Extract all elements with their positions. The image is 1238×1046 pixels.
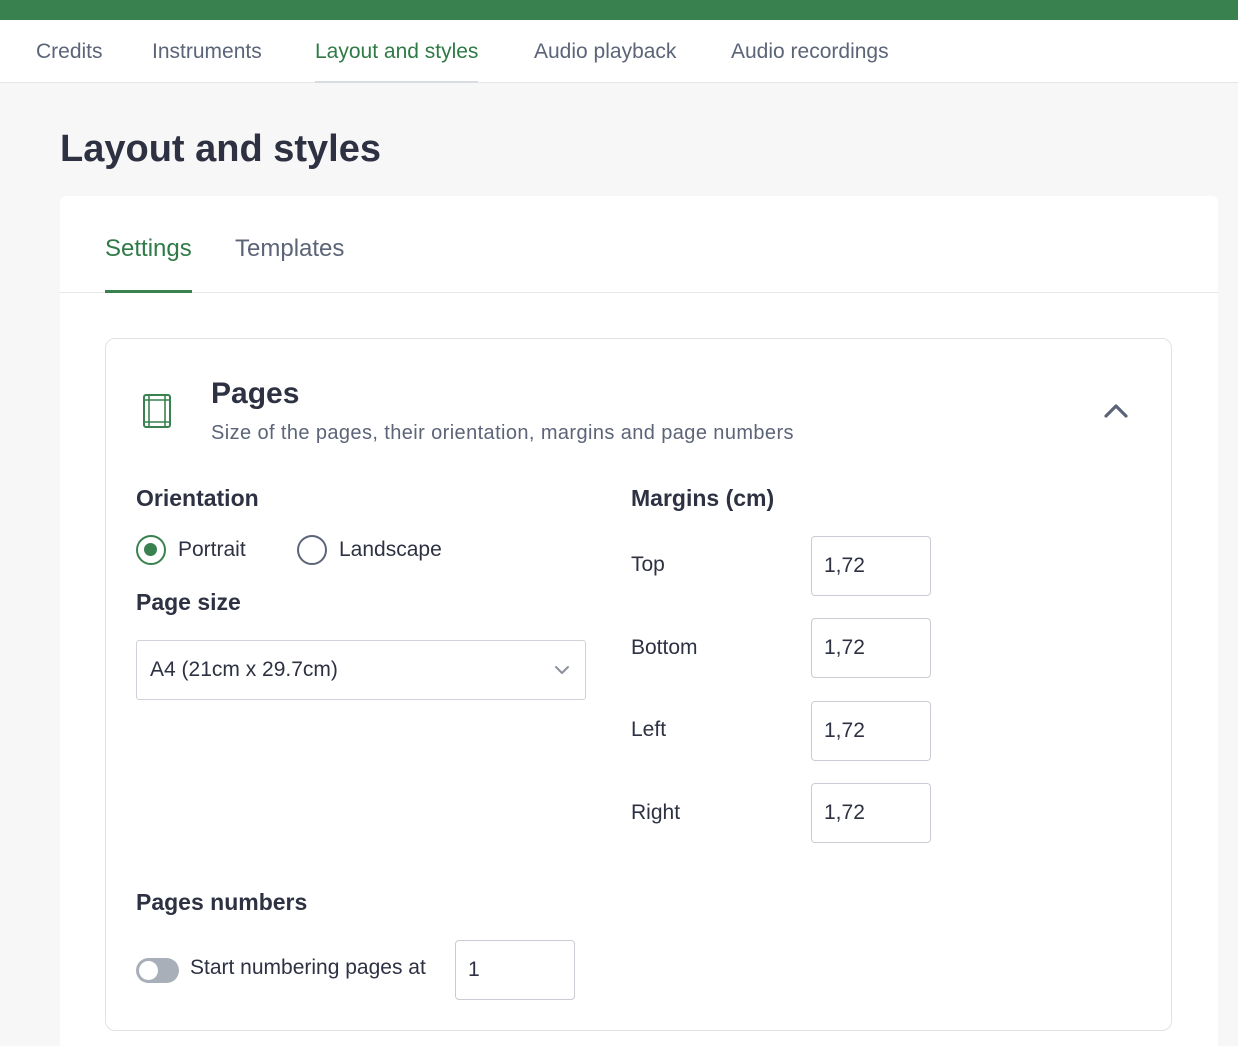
page-frame-icon [143, 394, 171, 428]
page-size-value: A4 (21cm x 29.7cm) [150, 658, 338, 681]
page-numbering-label: Start numbering pages at [190, 956, 426, 979]
nav-tab-credits[interactable]: Credits [36, 20, 103, 83]
sub-tabs: Settings Templates [60, 196, 1218, 293]
section-title: Pages [211, 377, 300, 410]
chevron-up-icon[interactable] [1102, 397, 1130, 425]
nav-tab-layout-and-styles[interactable]: Layout and styles [315, 20, 479, 83]
chevron-down-icon [555, 666, 569, 674]
radio-landscape[interactable]: Landscape [297, 535, 442, 565]
margin-top-label: Top [631, 553, 665, 576]
tab-settings[interactable]: Settings [105, 196, 192, 293]
pages-section: Pages Size of the pages, their orientati… [105, 338, 1172, 1031]
margin-right-label: Right [631, 801, 681, 824]
radio-unchecked-icon [297, 535, 327, 565]
radio-portrait[interactable]: Portrait [136, 535, 246, 565]
page-numbering-toggle[interactable] [136, 958, 179, 983]
tab-templates[interactable]: Templates [235, 196, 344, 292]
nav-tab-instruments[interactable]: Instruments [152, 20, 262, 83]
page-numbering-start-input[interactable] [455, 940, 575, 1000]
section-subtitle: Size of the pages, their orientation, ma… [211, 422, 794, 444]
nav-tab-audio-recordings[interactable]: Audio recordings [731, 20, 889, 83]
top-nav: Credits Instruments Layout and styles Au… [0, 20, 1238, 83]
page-size-select[interactable]: A4 (21cm x 29.7cm) [136, 640, 586, 700]
margin-right-input[interactable] [811, 783, 931, 843]
page-title: Layout and styles [60, 128, 381, 170]
margin-left-label: Left [631, 718, 667, 741]
margins-label: Margins (cm) [631, 485, 775, 511]
radio-portrait-label: Portrait [178, 538, 246, 561]
top-accent-bar [0, 0, 1238, 20]
orientation-label: Orientation [136, 485, 259, 511]
margin-bottom-label: Bottom [631, 636, 698, 659]
nav-tab-audio-playback[interactable]: Audio playback [534, 20, 676, 83]
margin-left-input[interactable] [811, 701, 931, 761]
radio-landscape-label: Landscape [339, 538, 442, 561]
margin-top-input[interactable] [811, 536, 931, 596]
radio-checked-icon [136, 535, 166, 565]
page-size-label: Page size [136, 589, 241, 615]
page-numbers-label: Pages numbers [136, 889, 308, 915]
settings-card: Settings Templates Pages Size of the pag… [60, 196, 1218, 1046]
margin-bottom-input[interactable] [811, 618, 931, 678]
